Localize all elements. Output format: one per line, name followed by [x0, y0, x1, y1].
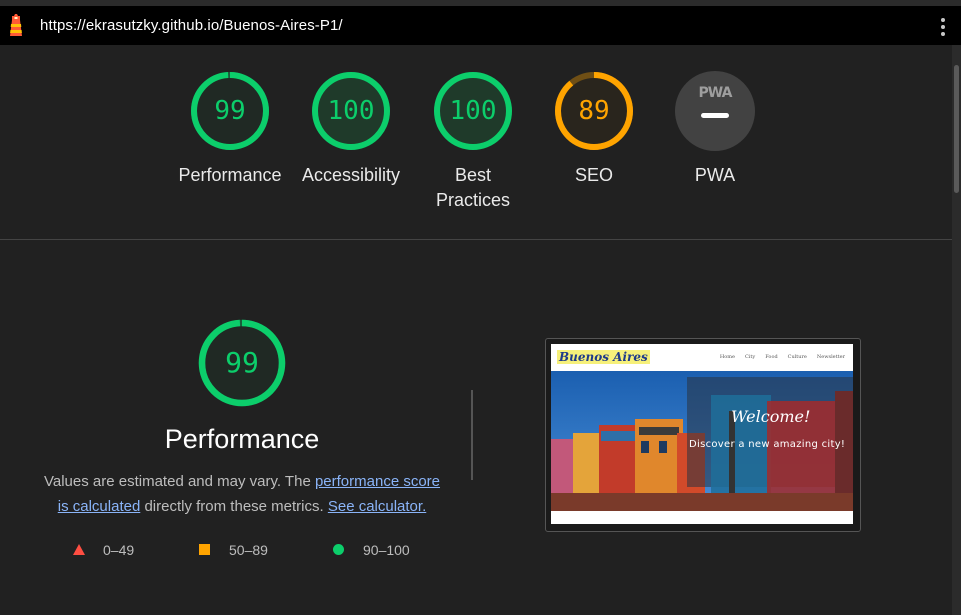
- report-topbar: https://ekrasutzky.github.io/Buenos-Aire…: [0, 6, 961, 45]
- performance-description: Values are estimated and may vary. The p…: [43, 473, 441, 515]
- pwa-badge-icon: PWA: [675, 71, 755, 151]
- thumbnail-welcome: Welcome!: [731, 407, 811, 426]
- gauge-label: PWA: [694, 165, 736, 185]
- performance-gauge: 99: [197, 318, 287, 408]
- thumbnail-nav-links: Home City Food Culture Newsletter: [719, 354, 845, 360]
- see-calculator-link[interactable]: See calculator.: [328, 498, 426, 515]
- thumbnail-subtitle: Discover a new amazing city!: [689, 439, 846, 450]
- gauge-seo[interactable]: 89 SEO: [549, 71, 639, 185]
- performance-title: Performance: [164, 424, 320, 454]
- gauge-best-practices[interactable]: 100 Best Practices: [428, 71, 518, 210]
- gauge-performance[interactable]: 99 Performance: [178, 71, 282, 185]
- final-screenshot-thumbnail[interactable]: Buenos Aires Home City Food Culture Newslett…: [545, 338, 861, 532]
- thumbnail-navbar: Buenos Aires Home City Food Culture Newslett…: [551, 344, 853, 371]
- pwa-dash-icon: [701, 113, 729, 118]
- performance-score: 99: [225, 346, 259, 379]
- gauge-label: Best Practices: [435, 165, 511, 210]
- gauge-accessibility[interactable]: 100 Accessibility: [302, 71, 400, 185]
- gauge-score: 100: [449, 96, 497, 126]
- thumbnail-footer-strip: [551, 511, 853, 524]
- gauge-pwa[interactable]: PWA PWA: [670, 71, 760, 185]
- gauge-score: 89: [578, 96, 610, 126]
- section-divider: [0, 239, 952, 240]
- thumbnail-hero-image: Welcome! Discover a new amazing city!: [551, 371, 853, 511]
- more-options-icon[interactable]: [937, 15, 949, 37]
- scrollbar-thumb[interactable]: [954, 65, 959, 193]
- gauge-score: 99: [214, 96, 246, 126]
- gauge-label: Accessibility: [301, 165, 401, 185]
- thumbnail-page: Buenos Aires Home City Food Culture Newslett…: [551, 344, 853, 524]
- report-url[interactable]: https://ekrasutzky.github.io/Buenos-Aire…: [40, 17, 343, 34]
- vertical-divider: [471, 390, 473, 480]
- gauge-score: 100: [327, 96, 375, 126]
- average-square-icon: [199, 544, 210, 555]
- fail-triangle-icon: [73, 544, 85, 555]
- pass-circle-icon: [333, 544, 344, 555]
- lighthouse-logo-icon: [10, 14, 22, 36]
- thumbnail-logo: Buenos Aires: [557, 350, 650, 364]
- scrollbar[interactable]: [952, 45, 961, 615]
